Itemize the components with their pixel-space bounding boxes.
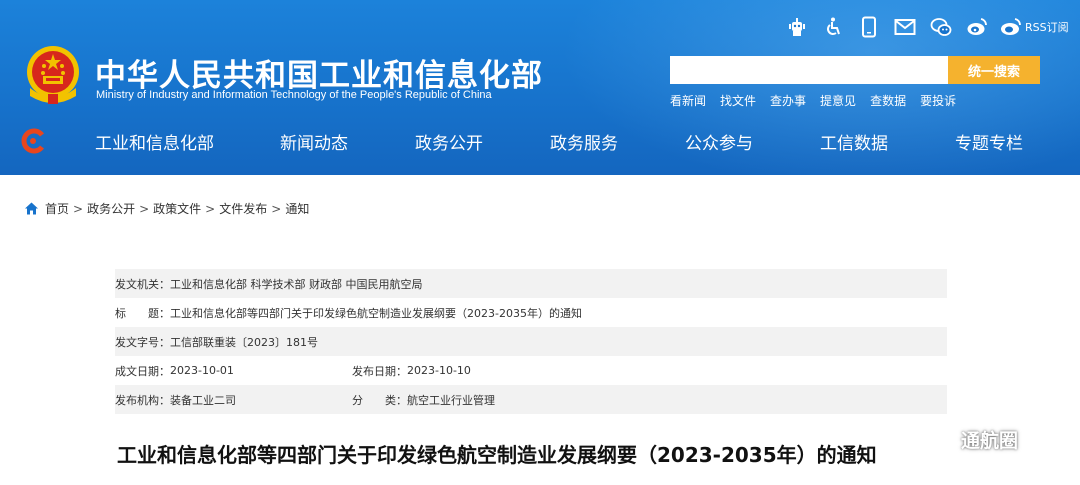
- quick-link-news[interactable]: 看新闻: [670, 92, 706, 109]
- org-value: 装备工业二司: [170, 393, 236, 407]
- published-date-cell: 发布日期： 2023-10-10: [352, 363, 471, 379]
- breadcrumb-home[interactable]: 首页: [45, 200, 69, 217]
- title-label-part1: 标: [115, 306, 126, 320]
- weibo-icon[interactable]: [966, 16, 988, 38]
- breadcrumb-policy-files[interactable]: 政策文件: [153, 200, 201, 217]
- category-label-part1: 分: [352, 393, 363, 407]
- search-button[interactable]: 统一搜索: [948, 56, 1040, 84]
- home-icon: [25, 202, 38, 215]
- breadcrumb-gov-affairs[interactable]: 政务公开: [87, 200, 135, 217]
- nav-item-public-participation[interactable]: 公众参与: [685, 129, 753, 154]
- created-date-cell: 成文日期： 2023-10-01: [115, 363, 352, 379]
- search-input[interactable]: [670, 56, 948, 84]
- breadcrumb-separator: >: [205, 201, 216, 216]
- watermark: 通航圈: [913, 422, 1018, 456]
- docno-label: 发文字号：: [115, 335, 170, 349]
- docno-value: 工信部联重装〔2023〕181号: [170, 335, 318, 349]
- main-nav: 工业和信息化部 新闻动态 政务公开 政务服务 公众参与 工信数据 专题专栏: [0, 118, 1080, 164]
- robot-icon[interactable]: [786, 16, 808, 38]
- nav-item-gov-services[interactable]: 政务服务: [550, 129, 618, 154]
- site-header: 中华人民共和国工业和信息化部 Ministry of Industry and …: [0, 0, 1080, 175]
- meta-row-title: 标 题： 工业和信息化部等四部门关于印发绿色航空制造业发展纲要（2023-203…: [115, 298, 947, 327]
- mobile-icon[interactable]: [858, 16, 880, 38]
- published-value: 2023-10-10: [407, 364, 471, 377]
- created-label: 成文日期：: [115, 364, 170, 378]
- site-subtitle: Ministry of Industry and Information Tec…: [96, 89, 492, 101]
- nav-item-data[interactable]: 工信数据: [820, 129, 888, 154]
- meta-row-issuer: 发文机关： 工业和信息化部 科学技术部 财政部 中国民用航空局: [115, 269, 947, 298]
- nav-item-news[interactable]: 新闻动态: [280, 129, 348, 154]
- breadcrumb-separator: >: [271, 201, 282, 216]
- org-label: 发布机构：: [115, 393, 170, 407]
- published-label: 发布日期：: [352, 364, 407, 378]
- quick-link-complaint[interactable]: 要投诉: [920, 92, 956, 109]
- breadcrumb-separator: >: [73, 201, 84, 216]
- article-title: 工业和信息化部等四部门关于印发绿色航空制造业发展纲要（2023-2035年）的通…: [117, 443, 877, 467]
- watermark-text: 通航圈: [961, 429, 1019, 452]
- national-emblem-icon: [27, 46, 79, 104]
- nav-item-gov-affairs[interactable]: 政务公开: [415, 129, 483, 154]
- quick-link-data[interactable]: 查数据: [870, 92, 906, 109]
- document-meta-table: 发文机关： 工业和信息化部 科学技术部 财政部 中国民用航空局 标 题： 工业和…: [115, 269, 947, 414]
- issuer-label: 发文机关：: [115, 277, 170, 291]
- quick-link-feedback[interactable]: 提意见: [820, 92, 856, 109]
- utility-icons: RSS订阅: [786, 16, 1069, 38]
- nav-item-topics[interactable]: 专题专栏: [955, 129, 1023, 154]
- mail-icon[interactable]: [894, 16, 916, 38]
- issuer-value: 工业和信息化部 科学技术部 财政部 中国民用航空局: [170, 277, 423, 291]
- title-value: 工业和信息化部等四部门关于印发绿色航空制造业发展纲要（2023-2035年）的通…: [170, 306, 582, 320]
- category-label-part2: 类：: [385, 393, 407, 407]
- accessibility-icon[interactable]: [822, 16, 844, 38]
- org-cell: 发布机构： 装备工业二司: [115, 392, 352, 408]
- quick-link-files[interactable]: 找文件: [720, 92, 756, 109]
- rss-label: RSS订阅: [1025, 21, 1069, 34]
- breadcrumb-file-release[interactable]: 文件发布: [219, 200, 267, 217]
- meta-row-dates: 成文日期： 2023-10-01 发布日期： 2023-10-10: [115, 356, 947, 385]
- wechat-watermark-icon: [914, 424, 953, 453]
- nav-item-ministry[interactable]: 工业和信息化部: [95, 129, 214, 154]
- breadcrumb-separator: >: [139, 201, 150, 216]
- quick-link-services[interactable]: 查办事: [770, 92, 806, 109]
- category-cell: 分 类： 航空工业行业管理: [352, 392, 495, 408]
- created-value: 2023-10-01: [170, 364, 234, 377]
- category-value: 航空工业行业管理: [407, 393, 495, 407]
- rss-icon: [1001, 18, 1021, 35]
- meta-row-docno: 发文字号： 工信部联重装〔2023〕181号: [115, 327, 947, 356]
- title-label-part2: 题：: [148, 306, 170, 320]
- rss-link[interactable]: RSS订阅: [1000, 17, 1069, 37]
- miit-logo-icon: [21, 128, 44, 154]
- wechat-icon[interactable]: [930, 16, 952, 38]
- quick-links: 看新闻 找文件 查办事 提意见 查数据 要投诉: [670, 92, 970, 109]
- breadcrumb-notice[interactable]: 通知: [285, 200, 309, 217]
- breadcrumb: 首页 > 政务公开 > 政策文件 > 文件发布 > 通知: [24, 200, 309, 217]
- meta-row-org: 发布机构： 装备工业二司 分 类： 航空工业行业管理: [115, 385, 947, 414]
